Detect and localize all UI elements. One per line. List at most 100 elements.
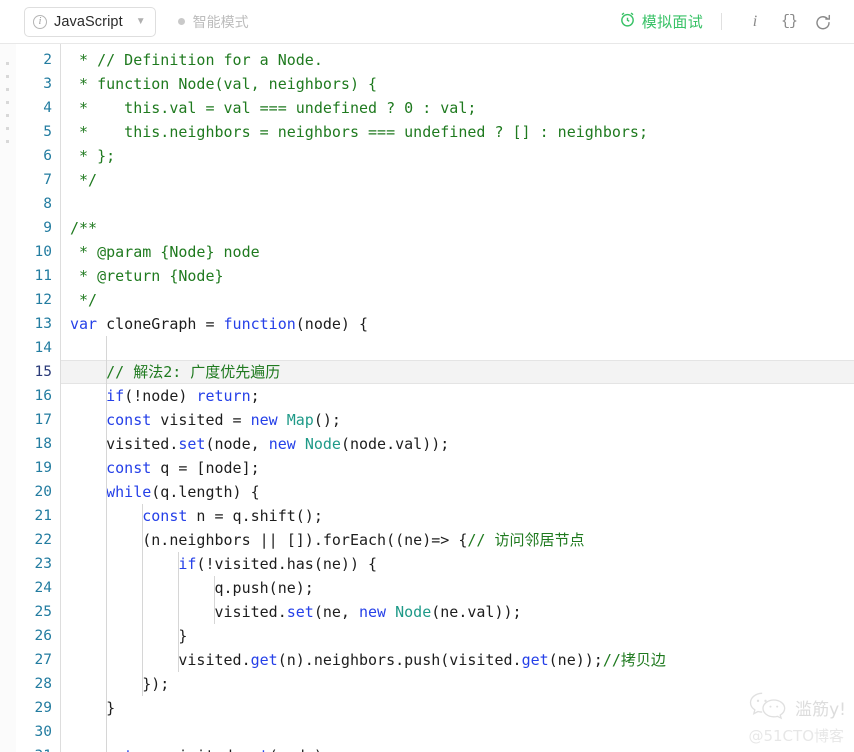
line-number-row: 7 [16,168,60,192]
code-token: (!node) [124,387,197,405]
code-content-area[interactable]: * // Definition for a Node. * function N… [60,44,854,752]
marker-tick [6,62,9,65]
code-line-text: while(q.length) { [70,480,260,504]
code-line[interactable]: * @return {Node} [61,264,854,288]
code-line[interactable]: while(q.length) { [61,480,854,504]
line-number: 5 [43,124,52,140]
code-line[interactable]: return visited.get(node); [61,744,854,752]
line-number: 25 [34,604,52,620]
smart-mode-toggle[interactable]: 智能模式 [177,12,249,32]
code-line[interactable]: * }; [61,144,854,168]
code-line-text: const n = q.shift(); [70,504,323,528]
info-italic-icon[interactable]: i [738,7,772,37]
line-number: 11 [34,268,52,284]
code-line-text: visited.set(node, new Node(node.val)); [70,432,449,456]
mock-interview-button[interactable]: 模拟面试 [619,11,703,33]
code-token: Node [304,435,341,453]
line-number-row: 5 [16,120,60,144]
code-line-text: var cloneGraph = function(node) { [70,312,368,336]
line-number-row: 8 [16,192,60,216]
code-token: * @return {Node} [70,267,224,285]
marker-tick [6,88,9,91]
code-token: */ [70,171,98,189]
code-line[interactable]: var cloneGraph = function(node) { [61,312,854,336]
code-line[interactable]: * this.neighbors = neighbors === undefin… [61,120,854,144]
code-token: // 访问邻居节点 [467,531,585,549]
code-line[interactable]: // 解法2: 广度优先遍历 [61,360,854,384]
code-line[interactable]: const visited = new Map(); [61,408,854,432]
code-line[interactable]: const n = q.shift(); [61,504,854,528]
code-token: set [286,603,314,621]
code-token: * // Definition for a Node. [70,51,323,69]
code-token: /** [70,219,98,237]
code-token: (q.length) { [151,483,260,501]
code-line[interactable]: * // Definition for a Node. [61,48,854,72]
line-number-row: 29 [16,696,60,720]
code-line[interactable]: visited.get(n).neighbors.push(visited.ge… [61,648,854,672]
line-number-row: 22 [16,528,60,552]
code-token: }); [70,675,170,693]
code-line[interactable]: const q = [node]; [61,456,854,480]
line-number: 18 [34,436,52,452]
code-line[interactable]: * @param {Node} node [61,240,854,264]
line-number: 29 [34,700,52,716]
code-line[interactable]: visited.set(node, new Node(node.val)); [61,432,854,456]
indent-guide [141,504,143,696]
code-line-text: (n.neighbors || []).forEach((ne)=> {// 访… [70,528,584,552]
line-number: 12 [34,292,52,308]
code-token: set [178,435,206,453]
code-token: //拷贝边 [602,651,666,669]
code-line-text: // 解法2: 广度优先遍历 [70,360,280,384]
code-token: (ne)); [548,651,603,669]
marker-tick [6,140,9,143]
code-line[interactable]: q.push(ne); [61,576,854,600]
code-token: visited. [70,651,251,669]
code-line[interactable]: * this.val = val === undefined ? 0 : val… [61,96,854,120]
code-editor[interactable]: 2 3 4 5 6 7 8 9 10 11 12 13 14 15 16 17 18 19 20 21 22 23 24 25… [0,44,854,752]
code-line[interactable] [61,336,854,360]
code-line[interactable]: */ [61,288,854,312]
smart-mode-label: 智能模式 [192,13,249,30]
code-line-text: visited.set(ne, new Node(ne.val)); [70,600,521,624]
code-token: return [196,387,251,405]
line-number-row: 16 [16,384,60,408]
code-line[interactable]: (n.neighbors || []).forEach((ne)=> {// 访… [61,528,854,552]
chevron-down-icon: ▼ [135,15,146,27]
line-number-row: 2 [16,48,60,72]
line-number-gutter: 2 3 4 5 6 7 8 9 10 11 12 13 14 15 16 17 18 19 20 21 22 23 24 25… [16,44,60,752]
code-line[interactable]: } [61,624,854,648]
code-line[interactable] [61,720,854,744]
code-token: return [70,747,160,752]
code-token: new [250,411,278,429]
code-token: n = q.shift(); [187,507,323,525]
code-token: * this.neighbors = neighbors === undefin… [70,123,648,141]
code-line[interactable]: }); [61,672,854,696]
line-number: 30 [34,724,52,740]
code-line[interactable]: /** [61,216,854,240]
code-line-text: * // Definition for a Node. [70,48,323,72]
line-number: 10 [34,244,52,260]
code-line[interactable]: * function Node(val, neighbors) { [61,72,854,96]
language-selector-label: JavaScript [54,13,123,30]
editor-toolbar: i JavaScript ▼ 智能模式 模拟面试 i {} [0,0,854,44]
code-line[interactable]: visited.set(ne, new Node(ne.val)); [61,600,854,624]
code-line[interactable]: } [61,696,854,720]
marker-tick [6,114,9,117]
reset-icon[interactable] [806,7,840,37]
toolbar-divider [721,13,722,30]
code-line-text: if(!node) return; [70,384,260,408]
format-braces-icon[interactable]: {} [772,7,806,37]
code-line[interactable]: */ [61,168,854,192]
code-line[interactable]: if(!node) return; [61,384,854,408]
indent-guide [105,336,107,752]
code-token: (node, [205,435,269,453]
code-line-text: const visited = new Map(); [70,408,341,432]
line-number-row: 24 [16,576,60,600]
code-line[interactable]: if(!visited.has(ne)) { [61,552,854,576]
code-line-text: * this.val = val === undefined ? 0 : val… [70,96,476,120]
code-line[interactable] [61,192,854,216]
code-token: visited. [160,747,241,752]
line-number: 7 [43,172,52,188]
language-selector[interactable]: i JavaScript ▼ [24,6,156,37]
